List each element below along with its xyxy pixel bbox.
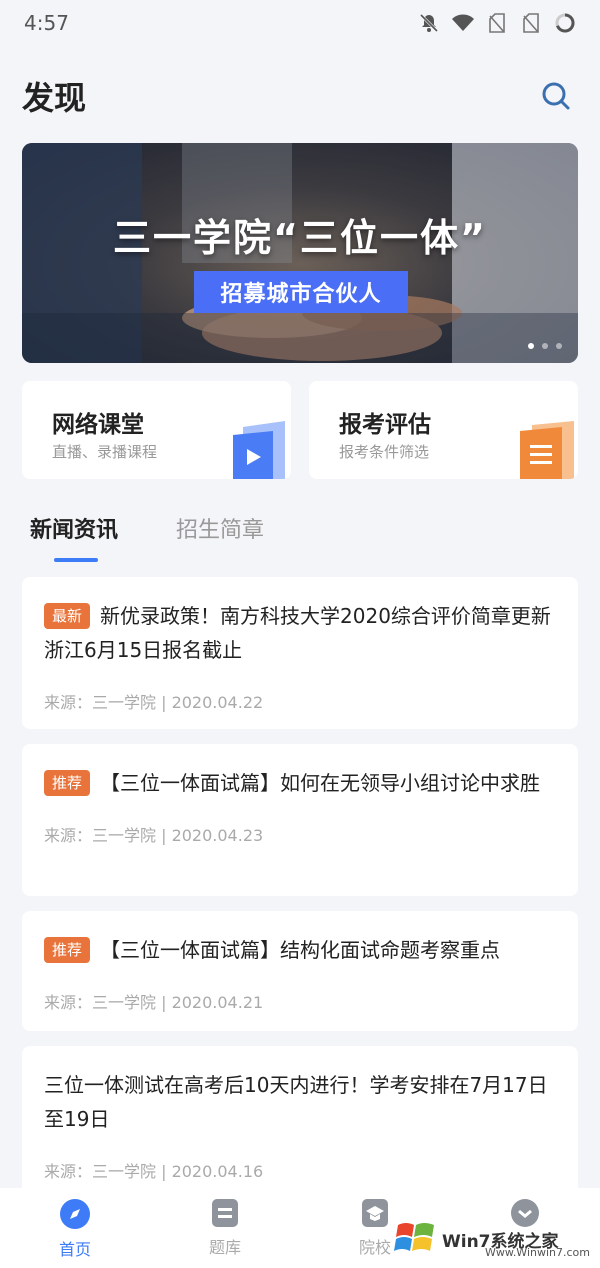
banner-dot xyxy=(556,343,562,349)
card-title: 报考评估 xyxy=(339,412,431,438)
banner-pagination xyxy=(528,343,562,349)
news-meta: 来源：三一学院 | 2020.04.23 xyxy=(44,826,264,845)
news-title-text: 【三位一体面试篇】如何在无领导小组讨论中求胜 xyxy=(100,771,541,795)
card-subtitle: 报考条件筛选 xyxy=(339,443,430,461)
news-meta: 来源：三一学院 | 2020.04.21 xyxy=(44,993,264,1012)
news-badge: 推荐 xyxy=(44,770,91,796)
watermark-url: Www.Winwin7.com xyxy=(484,1246,590,1259)
news-title-text: 三位一体测试在高考后10天内进行！学考安排在7月17日至19日 xyxy=(44,1073,548,1131)
news-meta: 来源：三一学院 | 2020.04.16 xyxy=(44,1162,264,1181)
card-online-classroom[interactable]: 网络课堂 直播、录播课程 xyxy=(22,381,291,479)
nav-item-home[interactable]: 首页 xyxy=(0,1188,150,1268)
search-icon xyxy=(542,82,570,110)
news-badge: 推荐 xyxy=(44,937,91,963)
status-time: 4:57 xyxy=(24,11,69,35)
video-play-icon xyxy=(233,421,285,479)
bell-off-icon xyxy=(418,12,440,34)
search-button[interactable] xyxy=(534,74,578,118)
news-title: 推荐 【三位一体面试篇】如何在无领导小组讨论中求胜 xyxy=(44,766,556,800)
tab-active-indicator xyxy=(54,558,98,562)
wifi-icon xyxy=(452,12,474,34)
news-badge: 最新 xyxy=(44,603,91,629)
nav-item-question-bank[interactable]: 题库 xyxy=(150,1188,300,1268)
page-title: 发现 xyxy=(22,79,87,117)
no-sim-icon xyxy=(486,12,508,34)
promo-banner[interactable]: 三一学院“三位一体” 招募城市合伙人 xyxy=(22,143,578,363)
status-bar: 4:57 xyxy=(0,0,600,46)
banner-dot xyxy=(542,343,548,349)
news-title: 三位一体测试在高考后10天内进行！学考安排在7月17日至19日 xyxy=(44,1068,556,1136)
news-item[interactable]: 最新 新优录政策！南方科技大学2020综合评价简章更新 浙江6月15日报名截止 来… xyxy=(22,577,578,729)
nav-label: 题库 xyxy=(208,1238,241,1257)
header: 发现 xyxy=(0,66,600,126)
news-title: 最新 新优录政策！南方科技大学2020综合评价简章更新 浙江6月15日报名截止 xyxy=(44,599,556,667)
nav-label: 首页 xyxy=(58,1240,91,1259)
status-icons xyxy=(418,12,576,34)
banner-headline: 三一学院“三位一体” xyxy=(113,216,487,260)
news-item[interactable]: 三位一体测试在高考后10天内进行！学考安排在7月17日至19日 来源：三一学院 … xyxy=(22,1046,578,1196)
banner-dot xyxy=(528,343,534,349)
news-item[interactable]: 推荐 【三位一体面试篇】如何在无领导小组讨论中求胜 来源：三一学院 | 2020.… xyxy=(22,744,578,896)
card-subtitle: 直播、录播课程 xyxy=(52,443,158,461)
compass-icon xyxy=(60,1199,90,1229)
card-title: 网络课堂 xyxy=(52,412,144,438)
card-application-assessment[interactable]: 报考评估 报考条件筛选 xyxy=(309,381,578,479)
news-title-text: 【三位一体面试篇】结构化面试命题考察重点 xyxy=(100,938,501,962)
news-item[interactable]: 推荐 【三位一体面试篇】结构化面试命题考察重点 来源：三一学院 | 2020.04… xyxy=(22,911,578,1031)
tab-admission-brochure[interactable]: 招生简章 xyxy=(176,512,264,564)
no-sim-icon xyxy=(520,12,542,34)
news-meta: 来源：三一学院 | 2020.04.22 xyxy=(44,693,264,712)
banner-tag: 招募城市合伙人 xyxy=(194,271,408,313)
news-tabs: 新闻资讯 招生简章 xyxy=(30,512,264,564)
question-bank-icon xyxy=(212,1199,238,1227)
nav-label: 院校 xyxy=(358,1238,391,1257)
battery-ring-icon xyxy=(554,12,576,34)
news-title: 推荐 【三位一体面试篇】结构化面试命题考察重点 xyxy=(44,933,556,967)
school-icon xyxy=(362,1199,388,1227)
document-list-icon xyxy=(520,421,574,479)
windows-logo-icon xyxy=(394,1223,434,1251)
watermark: Win7系统之家 Www.Winwin7.com xyxy=(394,1214,594,1264)
news-title-text: 新优录政策！南方科技大学2020综合评价简章更新 浙江6月15日报名截止 xyxy=(44,604,551,662)
tab-news[interactable]: 新闻资讯 xyxy=(30,512,118,564)
